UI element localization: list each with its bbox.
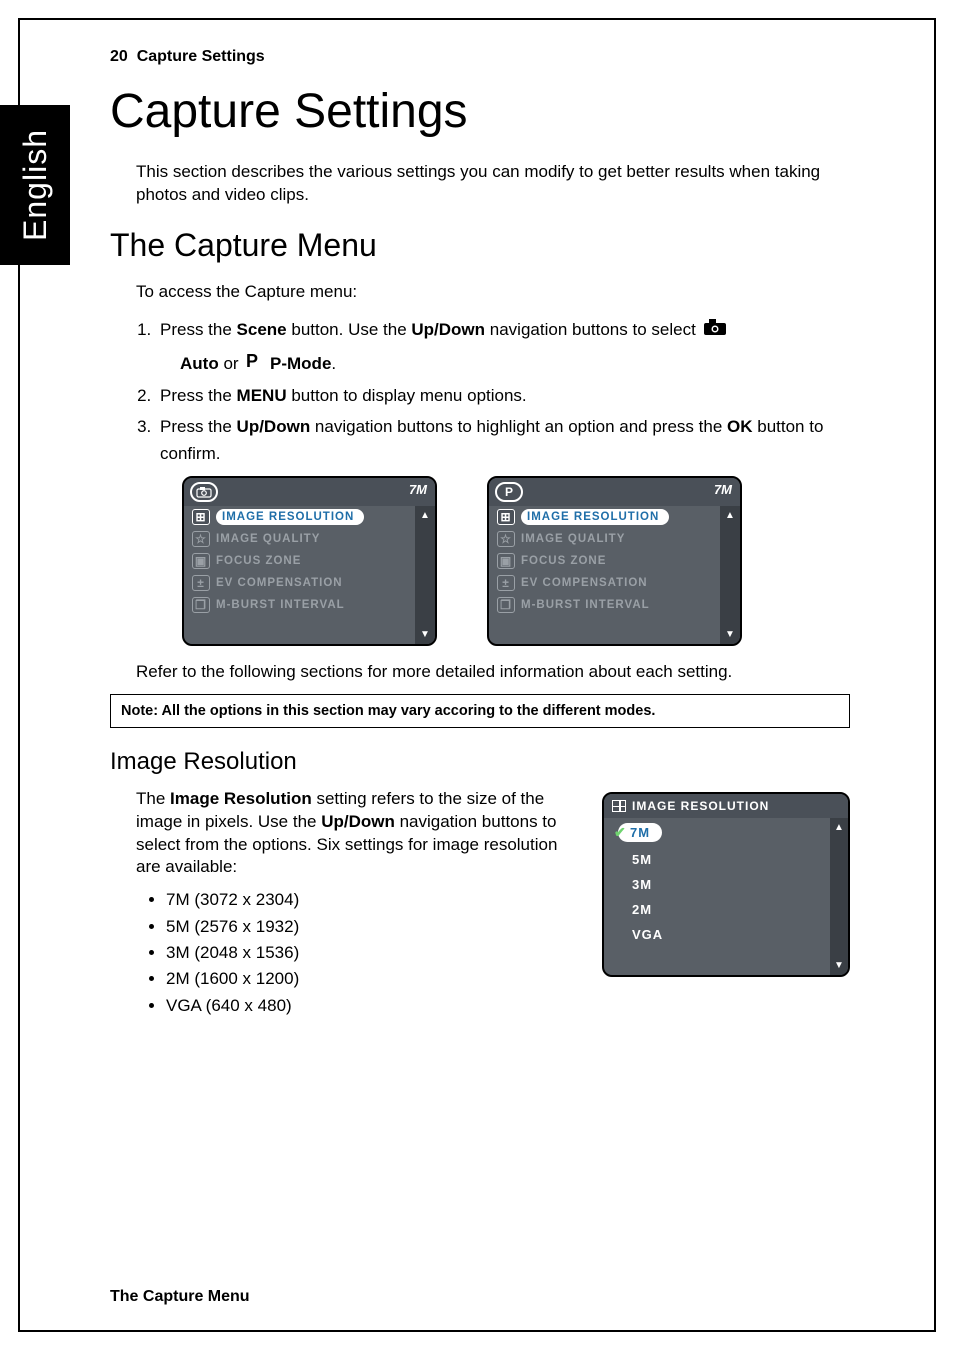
ev-icon: ± xyxy=(497,575,515,591)
screenshots-row: 7M ▲ ▼ ⊞IMAGE RESOLUTION ☆IMAGE QUALITY … xyxy=(182,476,850,646)
cam-header-pmode: P 7M xyxy=(489,478,740,506)
resolution-screen-title: IMAGE RESOLUTION xyxy=(632,799,769,813)
chapter-title: Capture Settings xyxy=(110,84,850,139)
check-icon: ✔ xyxy=(614,824,627,841)
quality-icon: ☆ xyxy=(192,531,210,547)
cam-header-auto: 7M xyxy=(184,478,435,506)
resolution-screen: IMAGE RESOLUTION ▲ ▼ ✔7M 5M 3M 2M VGA xyxy=(602,792,850,977)
refer-line: Refer to the following sections for more… xyxy=(136,662,850,682)
resolution-icon: ⊞ xyxy=(192,509,210,525)
camera-screen-pmode: P 7M ▲ ▼ ⊞IMAGE RESOLUTION ☆IMAGE QUALIT… xyxy=(487,476,742,646)
res-option: 2M xyxy=(604,897,848,922)
focus-icon: ▣ xyxy=(497,553,515,569)
p-mode-pill-icon: P xyxy=(495,482,523,502)
grid-icon xyxy=(612,800,626,812)
list-item: 7M (3072 x 2304) xyxy=(166,887,578,913)
list-item: 5M (2576 x 1932) xyxy=(166,914,578,940)
steps-list: Press the Scene button. Use the Up/Down … xyxy=(156,316,850,468)
subsection-title: Image Resolution xyxy=(110,748,850,776)
language-label: English xyxy=(17,129,54,241)
page-content: 20 Capture Settings Capture Settings Thi… xyxy=(110,48,850,1019)
quality-icon: ☆ xyxy=(497,531,515,547)
menu-item: ❐M-BURST INTERVAL xyxy=(489,594,740,616)
resolution-row: The Image Resolution setting refers to t… xyxy=(136,788,850,1019)
menu-item: ☆IMAGE QUALITY xyxy=(184,528,435,550)
chevron-down-icon: ▼ xyxy=(420,629,430,640)
scroll-indicator-pmode: ▲ ▼ xyxy=(720,506,740,644)
svg-text:P: P xyxy=(246,352,258,370)
burst-icon: ❐ xyxy=(497,597,515,613)
language-tab: English xyxy=(0,105,70,265)
menu-item: ❐M-BURST INTERVAL xyxy=(184,594,435,616)
header-section: Capture Settings xyxy=(137,48,265,65)
resolution-text-block: The Image Resolution setting refers to t… xyxy=(136,788,578,1019)
p-mode-icon: P xyxy=(245,351,263,378)
menu-item: ±EV COMPENSATION xyxy=(489,572,740,594)
focus-icon: ▣ xyxy=(192,553,210,569)
chevron-down-icon: ▼ xyxy=(725,629,735,640)
res-option-selected: ✔7M xyxy=(604,818,848,847)
page-number: 20 xyxy=(110,48,128,65)
running-header: 20 Capture Settings xyxy=(110,48,850,66)
menu-item: ±EV COMPENSATION xyxy=(184,572,435,594)
step-1: Press the Scene button. Use the Up/Down … xyxy=(156,316,850,378)
access-line: To access the Capture menu: xyxy=(136,282,850,302)
chevron-up-icon: ▲ xyxy=(725,510,735,521)
menu-item-selected: ⊞IMAGE RESOLUTION xyxy=(489,506,740,528)
running-footer: The Capture Menu xyxy=(110,1288,250,1306)
intro-paragraph: This section describes the various setti… xyxy=(136,161,850,207)
menu-item: ▣FOCUS ZONE xyxy=(489,550,740,572)
menu-item: ▣FOCUS ZONE xyxy=(184,550,435,572)
resolution-list: 7M (3072 x 2304) 5M (2576 x 1932) 3M (20… xyxy=(166,887,578,1019)
note-box: Note: All the options in this section ma… xyxy=(110,694,850,728)
list-item: 3M (2048 x 1536) xyxy=(166,940,578,966)
step-2: Press the MENU button to display menu op… xyxy=(156,382,850,409)
camera-icon xyxy=(703,317,727,344)
list-item: VGA (640 x 480) xyxy=(166,993,578,1019)
menu-item: ☆IMAGE QUALITY xyxy=(489,528,740,550)
res-option: 5M xyxy=(604,847,848,872)
auto-mode-icon xyxy=(190,482,218,502)
menu-item-selected: ⊞IMAGE RESOLUTION xyxy=(184,506,435,528)
burst-icon: ❐ xyxy=(192,597,210,613)
chevron-up-icon: ▲ xyxy=(420,510,430,521)
res-option: 3M xyxy=(604,872,848,897)
list-item: 2M (1600 x 1200) xyxy=(166,966,578,992)
camera-screen-auto: 7M ▲ ▼ ⊞IMAGE RESOLUTION ☆IMAGE QUALITY … xyxy=(182,476,437,646)
chevron-down-icon: ▼ xyxy=(834,960,844,971)
section-title: The Capture Menu xyxy=(110,227,850,264)
resolution-icon: ⊞ xyxy=(497,509,515,525)
ev-icon: ± xyxy=(192,575,210,591)
cam-badge-auto: 7M xyxy=(409,482,427,497)
step-3: Press the Up/Down navigation buttons to … xyxy=(156,413,850,467)
cam-badge-pmode: 7M xyxy=(714,482,732,497)
resolution-screen-header: IMAGE RESOLUTION xyxy=(604,794,848,818)
res-option: VGA xyxy=(604,922,848,947)
scroll-indicator-auto: ▲ ▼ xyxy=(415,506,435,644)
